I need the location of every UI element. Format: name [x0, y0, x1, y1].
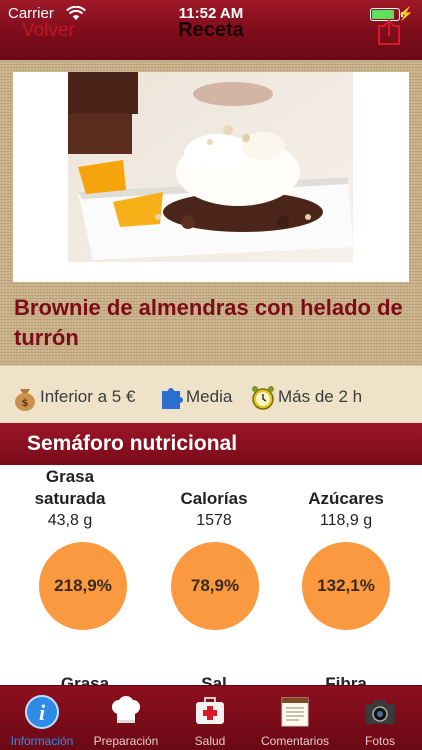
camera-icon [365, 700, 395, 724]
alarm-clock-icon [252, 386, 274, 410]
tab-label: Información [10, 734, 74, 748]
nutrient-sugars: Azúcares 118,9 g [276, 488, 416, 530]
recipe-info-strip: $ Inferior a 5 € Media Más de 2 h [0, 365, 422, 423]
recipe-title: Brownie de almendras con helado de turró… [14, 295, 403, 350]
tab-label: Fotos [364, 734, 395, 748]
tab-bar: i Información Preparación Salud Comentar… [0, 685, 422, 750]
share-icon[interactable] [376, 19, 402, 46]
nutrient-amount: 43,8 g [47, 512, 93, 529]
page-title: Receta [178, 19, 244, 41]
tab-label: Comentarios [260, 734, 330, 748]
nutrient-name: Azúcares [308, 489, 384, 508]
tab-preparacion[interactable]: Preparación [84, 686, 168, 750]
nutrient-name: Grasa saturada [34, 467, 106, 508]
nutrient-calories: Calorías 1578 [144, 488, 284, 530]
money-bag-icon: $ [15, 389, 35, 411]
svg-text:i: i [39, 700, 46, 725]
nutrient-saturated-fat: Grasa saturada 43,8 g [0, 466, 140, 530]
tab-comentarios[interactable]: Comentarios [253, 686, 337, 750]
tab-fotos[interactable]: Fotos [338, 686, 422, 750]
tab-label: Preparación [93, 734, 159, 748]
nutrition-section-title: Semáforo nutricional [0, 423, 422, 465]
nutrient-amount: 118,9 g [319, 512, 373, 529]
info-icon: i [25, 695, 59, 729]
nutrient-percent-circle: 132,1% [302, 542, 390, 630]
chef-hat-icon [112, 696, 140, 723]
time-label: Más de 2 h [278, 387, 363, 406]
time-info: Más de 2 h [250, 383, 362, 411]
recipe-header: Brownie de almendras con helado de turró… [0, 60, 422, 365]
tab-informacion[interactable]: i Información [0, 686, 84, 750]
price-label: Inferior a 5 € [40, 387, 136, 406]
tab-label: Salud [194, 734, 226, 748]
nutrient-percent-circle: 78,9% [171, 542, 259, 630]
notepad-icon [281, 697, 309, 727]
tab-salud[interactable]: Salud [168, 686, 252, 750]
recipe-photo-frame [13, 72, 409, 282]
difficulty-label: Media [186, 387, 233, 406]
nutrient-percent-circle: 218,9% [39, 542, 127, 630]
first-aid-kit-icon [196, 697, 224, 724]
nutrient-amount: 1578 [196, 512, 232, 529]
svg-text:$: $ [22, 398, 29, 409]
price-info: $ Inferior a 5 € [12, 383, 135, 411]
top-bar: Carrier 11:52 AM ⚡ Volver Receta [0, 0, 422, 60]
recipe-photo[interactable] [68, 72, 353, 262]
puzzle-icon [162, 388, 183, 409]
difficulty-info: Media [158, 383, 232, 411]
nutrient-name: Calorías [180, 489, 248, 508]
